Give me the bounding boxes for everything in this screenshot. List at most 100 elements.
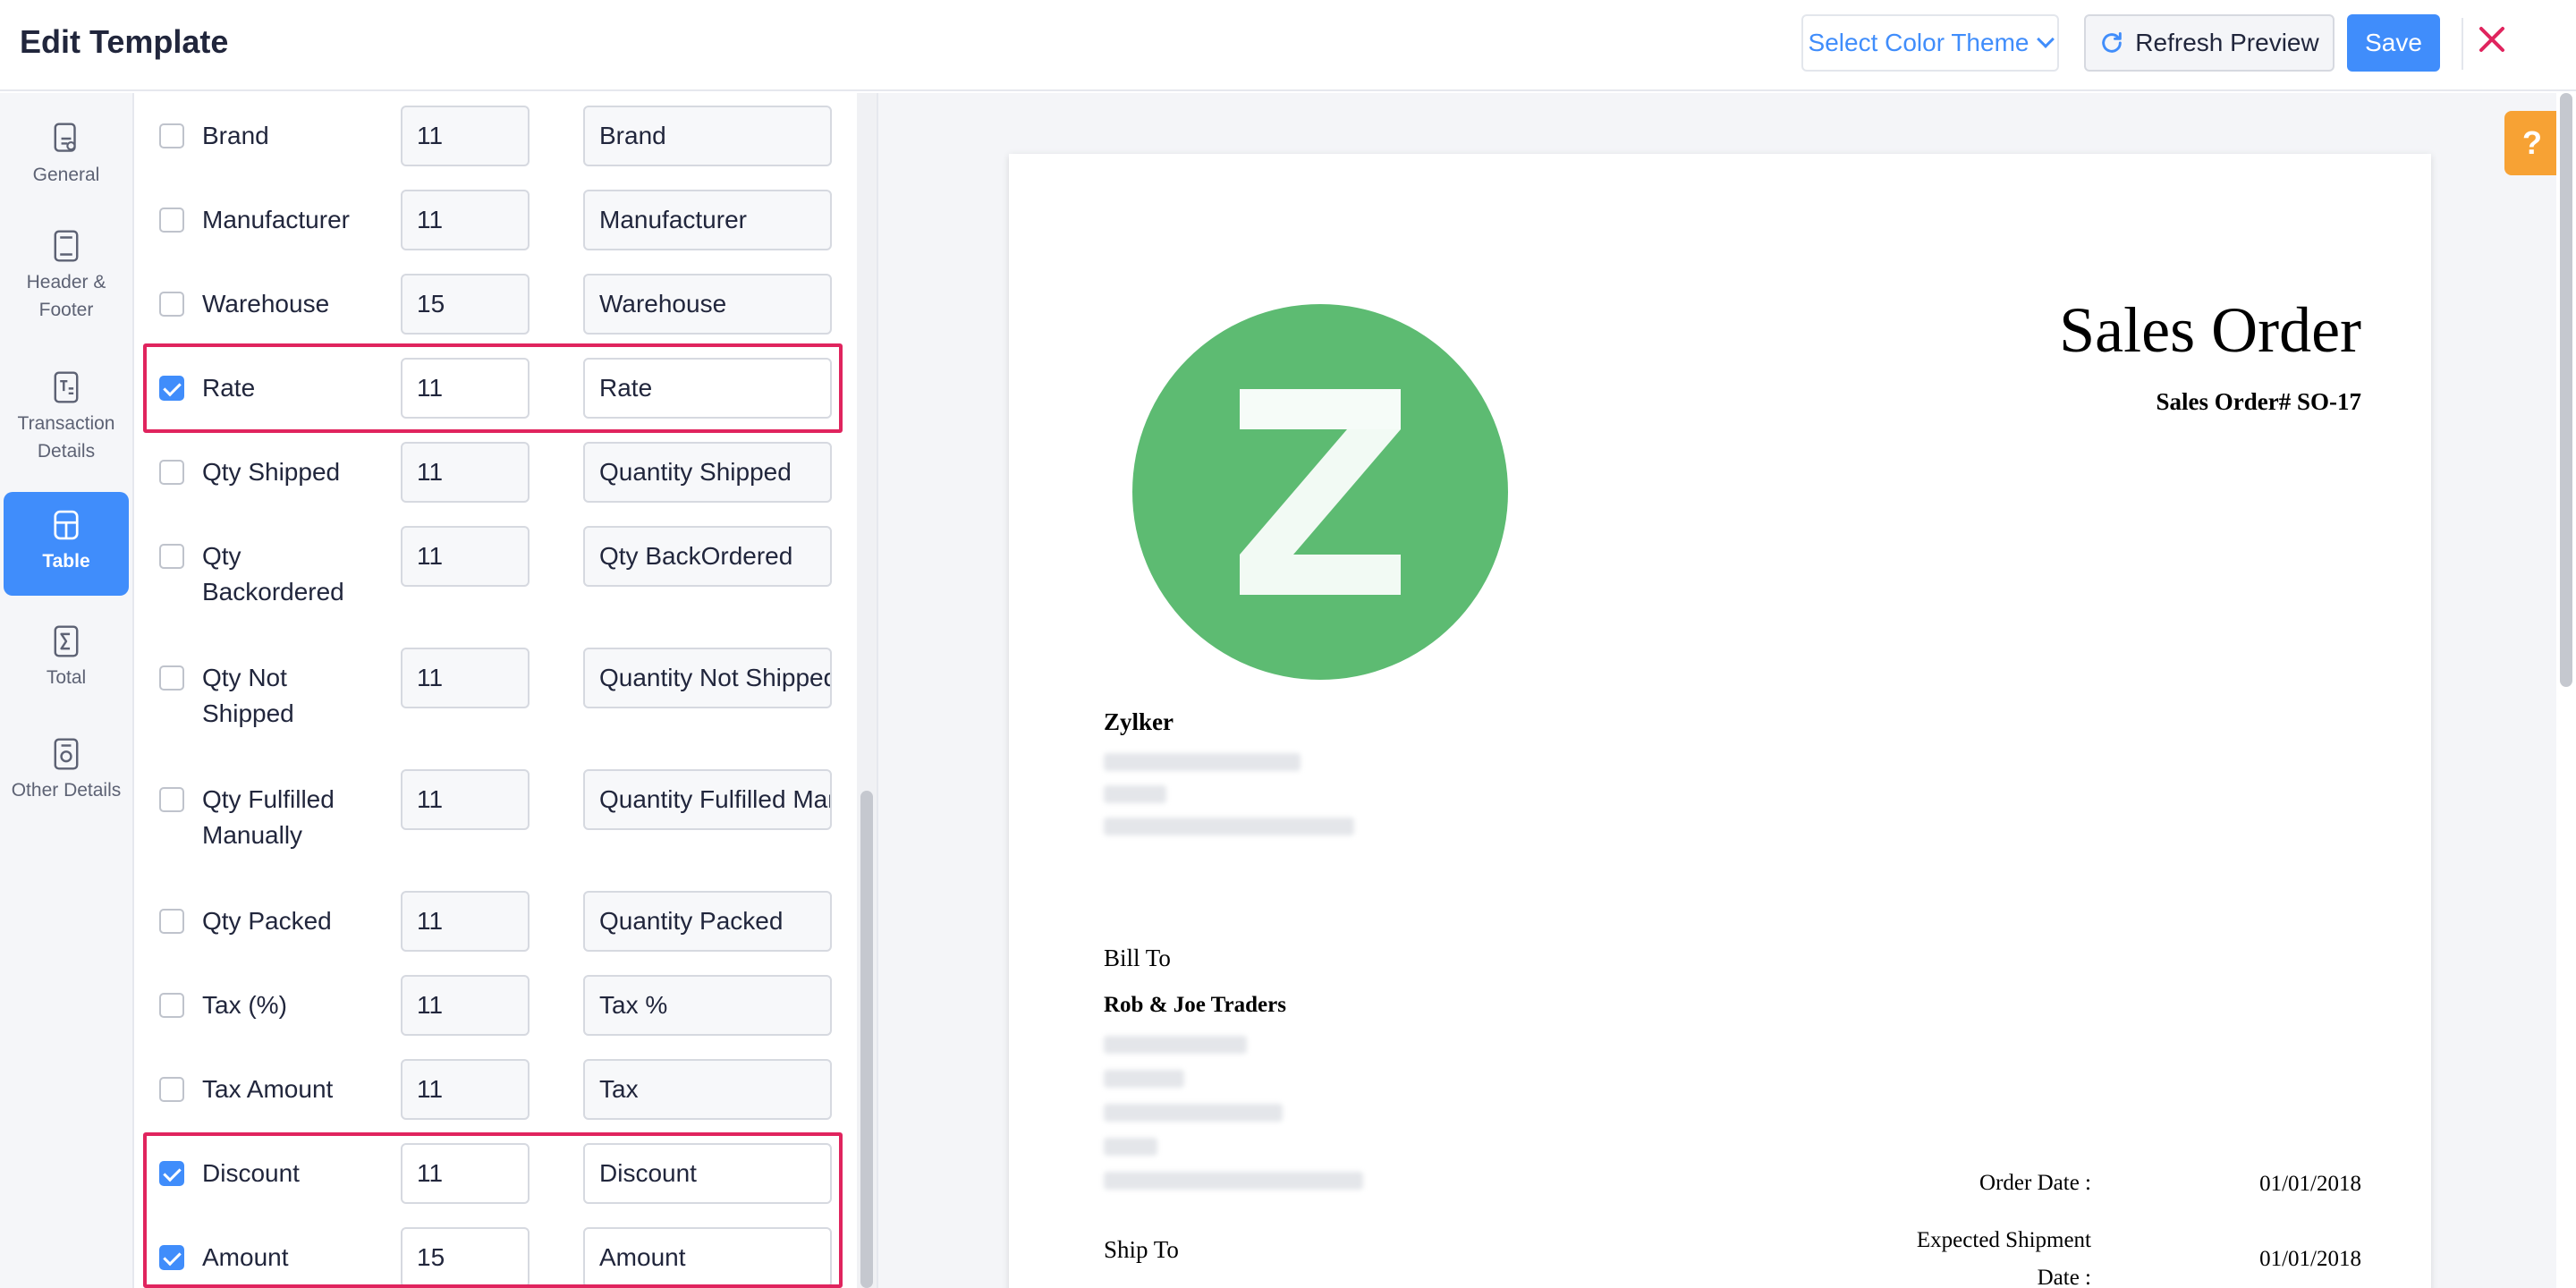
field-checkbox[interactable] [159, 993, 184, 1018]
column-name-input[interactable]: Manufacturer [583, 190, 832, 250]
settings-nav: General Header & Footer Transaction Deta… [0, 93, 134, 1288]
field-checkbox[interactable] [159, 787, 184, 812]
nav-label-general: General [32, 165, 100, 185]
nav-label-transaction-details: Transaction Details [17, 413, 115, 462]
client-address-line [1104, 1070, 1184, 1088]
nav-item-other-details[interactable]: Other Details [4, 721, 129, 819]
column-name-input[interactable]: Quantity Not Shipped [583, 648, 832, 708]
font-size-input[interactable]: 11 [401, 526, 530, 587]
refresh-preview-button[interactable]: Refresh Preview [2084, 14, 2334, 72]
ship-to-label: Ship To [1104, 1236, 1179, 1263]
order-date-label: Order Date : [1979, 1171, 2091, 1195]
header-footer-icon [54, 230, 79, 262]
field-label: Qty Shipped [202, 458, 341, 486]
field-label: Qty Packed [202, 907, 332, 935]
client-address-line [1104, 1036, 1247, 1054]
company-name: Zylker [1104, 708, 1174, 735]
field-label: Tax (%) [202, 991, 287, 1019]
column-name-input[interactable]: Qty BackOrdered [583, 526, 832, 587]
field-label: Warehouse [202, 290, 330, 318]
field-checkbox[interactable] [159, 1245, 184, 1270]
close-icon[interactable] [2474, 21, 2510, 57]
field-checkbox[interactable] [159, 909, 184, 934]
save-button[interactable]: Save [2347, 14, 2440, 72]
font-size-input[interactable]: 15 [401, 1227, 530, 1288]
column-name-input[interactable]: Quantity Fulfilled Manually [583, 769, 832, 830]
nav-label-header-footer: Header & Footer [26, 272, 106, 320]
field-label: Rate [202, 374, 256, 402]
nav-label-total: Total [46, 667, 87, 688]
font-size-input[interactable]: 11 [401, 358, 530, 419]
field-label: Qty Backordered [202, 542, 344, 606]
refresh-preview-label: Refresh Preview [2135, 29, 2319, 56]
order-date-value: 01/01/2018 [2259, 1172, 2361, 1196]
font-size-input[interactable]: 11 [401, 975, 530, 1036]
document-number: Sales Order# SO-17 [2156, 388, 2362, 415]
client-name: Rob & Joe Traders [1104, 993, 1286, 1017]
transaction-details-icon [54, 371, 79, 403]
column-name-input[interactable]: Tax % [583, 975, 832, 1036]
nav-item-transaction-details[interactable]: Transaction Details [4, 354, 129, 479]
field-label: Qty Fulfilled Manually [202, 785, 335, 849]
field-checkbox[interactable] [159, 544, 184, 569]
page-title: Edit Template [20, 23, 229, 60]
field-label: Qty Not Shipped [202, 664, 294, 727]
font-size-input[interactable]: 11 [401, 1143, 530, 1204]
field-label: Manufacturer [202, 206, 350, 233]
field-checkbox[interactable] [159, 376, 184, 401]
field-label: Amount [202, 1243, 289, 1271]
field-checkbox[interactable] [159, 123, 184, 148]
font-size-input[interactable]: 11 [401, 891, 530, 952]
font-size-input[interactable]: 11 [401, 769, 530, 830]
font-size-input[interactable]: 11 [401, 1059, 530, 1120]
chevron-down-icon [2037, 30, 2055, 48]
other-details-icon [54, 738, 79, 770]
field-label: Discount [202, 1159, 300, 1187]
field-checkbox[interactable] [159, 292, 184, 317]
bill-to-label: Bill To [1104, 945, 1171, 971]
document-title: Sales Order [2059, 294, 2361, 366]
client-address-line [1104, 1138, 1157, 1156]
column-name-input[interactable]: Discount [583, 1143, 832, 1204]
header-divider [2462, 18, 2463, 70]
z-logo-icon [1240, 389, 1401, 595]
table-fields-list: Brand 11 Brand Manufacturer 11 Manufactu… [136, 93, 857, 1288]
font-size-input[interactable]: 11 [401, 442, 530, 503]
nav-item-general[interactable]: General [4, 106, 129, 195]
column-name-input[interactable]: Amount [583, 1227, 832, 1288]
general-icon [54, 123, 76, 152]
font-size-input[interactable]: 15 [401, 274, 530, 335]
column-name-input[interactable]: Brand [583, 106, 832, 166]
template-preview: Sales Order Sales Order# SO-17 Zylker Bi… [877, 93, 2556, 1288]
font-size-input[interactable]: 11 [401, 648, 530, 708]
help-button[interactable]: ? [2504, 111, 2560, 175]
column-name-input[interactable]: Tax [583, 1059, 832, 1120]
company-address-line [1104, 818, 1354, 835]
field-checkbox[interactable] [159, 1161, 184, 1186]
select-color-theme-dropdown[interactable]: Select Color Theme [1801, 14, 2059, 72]
expected-shipment-date-value: 01/01/2018 [2259, 1247, 2361, 1271]
refresh-icon [2102, 32, 2123, 53]
field-checkbox[interactable] [159, 208, 184, 233]
nav-label-other-details: Other Details [11, 780, 122, 801]
field-checkbox[interactable] [159, 665, 184, 691]
nav-item-total[interactable]: Total [4, 608, 129, 707]
nav-item-header-footer[interactable]: Header & Footer [4, 213, 129, 338]
column-name-input[interactable]: Warehouse [583, 274, 832, 335]
table-icon [54, 510, 79, 540]
nav-item-table[interactable]: Table [4, 492, 129, 596]
top-bar: Edit Template Select Color Theme Refresh… [0, 0, 2576, 91]
company-address-line [1104, 753, 1301, 771]
font-size-input[interactable]: 11 [401, 106, 530, 166]
column-name-input[interactable]: Rate [583, 358, 832, 419]
column-name-input[interactable]: Quantity Packed [583, 891, 832, 952]
color-theme-label: Select Color Theme [1808, 29, 2029, 56]
fields-scrollbar-thumb[interactable] [860, 791, 873, 1288]
field-checkbox[interactable] [159, 460, 184, 485]
field-checkbox[interactable] [159, 1077, 184, 1102]
font-size-input[interactable]: 11 [401, 190, 530, 250]
preview-scrollbar-thumb[interactable] [2560, 93, 2572, 687]
company-address-line [1104, 785, 1166, 803]
preview-document: Sales Order Sales Order# SO-17 Zylker Bi… [1009, 154, 2431, 1288]
column-name-input[interactable]: Quantity Shipped [583, 442, 832, 503]
